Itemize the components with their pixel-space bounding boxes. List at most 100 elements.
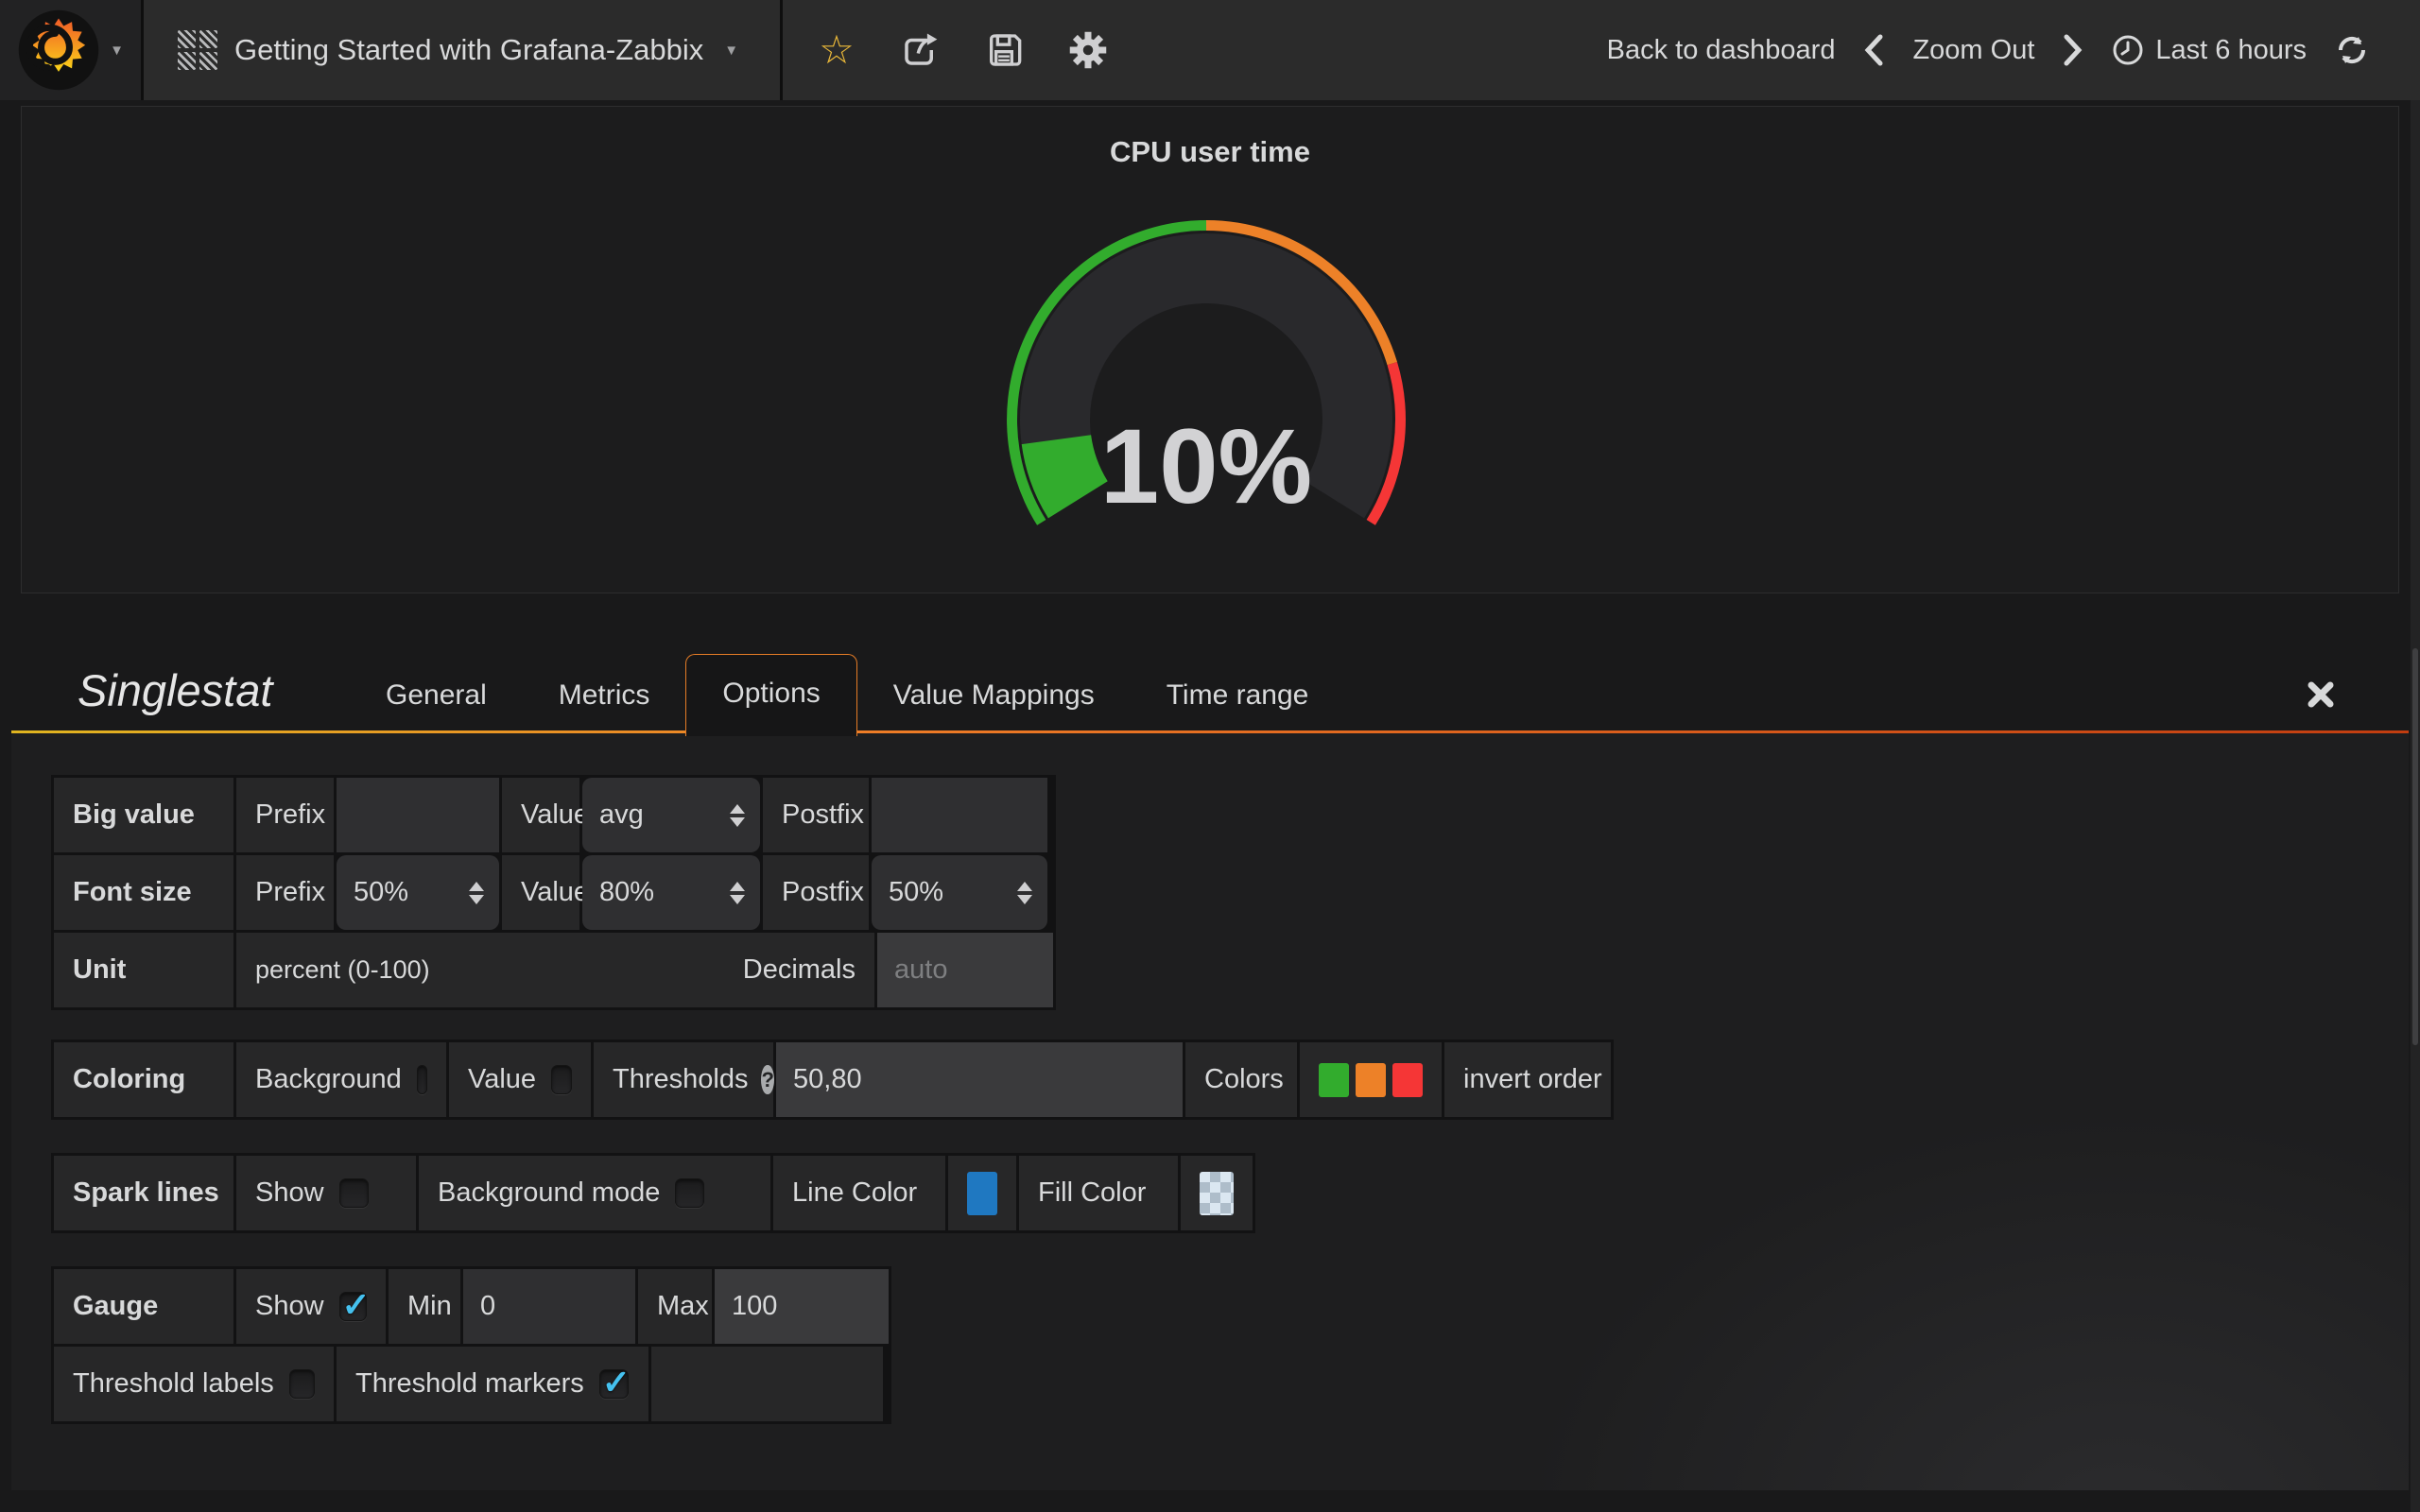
- value-function-selected: avg: [599, 799, 644, 831]
- prefix-label: Prefix: [236, 778, 334, 852]
- prefix-label: Prefix: [236, 855, 334, 930]
- decimals-input-cell: [877, 933, 1053, 1007]
- color-swatches-cell: [1300, 1042, 1442, 1117]
- gauge-chart: 10%: [781, 117, 1632, 646]
- grafana-logo-icon: [17, 9, 100, 92]
- spark-lines-label: Spark lines: [54, 1156, 233, 1230]
- dashboard-title: Getting Started with Grafana-Zabbix: [234, 33, 703, 67]
- gauge-table: Gauge Show ✓ Min Max Threshold labels ✓ …: [51, 1266, 891, 1424]
- min-label: Min: [389, 1269, 460, 1344]
- value-size-select[interactable]: 80%: [582, 855, 760, 930]
- threshold-markers-cell: Threshold markers ✓: [337, 1347, 648, 1421]
- dashboard-grid-icon: [178, 30, 217, 70]
- unit-picker[interactable]: percent (0-100): [255, 955, 430, 985]
- value-label: Value: [468, 1064, 536, 1095]
- chevron-right-icon[interactable]: [2063, 34, 2083, 66]
- threshold-markers-checkbox[interactable]: ✓: [599, 1369, 629, 1399]
- navbar-right: Back to dashboard Zoom Out Last 6 hours: [1607, 0, 2420, 100]
- star-icon[interactable]: ☆: [819, 30, 855, 70]
- gauge-show-checkbox[interactable]: ✓: [339, 1292, 367, 1321]
- unit-label: Unit: [54, 933, 233, 1007]
- value-size-selected: 80%: [599, 877, 654, 908]
- background-toggle-cell: Background ✓: [236, 1042, 446, 1117]
- gauge-min-input[interactable]: [463, 1269, 635, 1344]
- thresholds-input[interactable]: [776, 1042, 1183, 1117]
- big-value-label: Big value: [54, 778, 233, 852]
- select-spinner-icon: [730, 882, 745, 904]
- postfix-size-selected: 50%: [889, 877, 943, 908]
- tab-value-mappings[interactable]: Value Mappings: [857, 658, 1131, 733]
- dashboard-title-menu[interactable]: Getting Started with Grafana-Zabbix ▼: [144, 0, 783, 100]
- editor-tabbar: General Metrics Options Value Mappings T…: [11, 654, 2409, 733]
- options-tab-content: Big value Prefix Value avg Postfix Font …: [11, 733, 2409, 1490]
- value-options-table: Big value Prefix Value avg Postfix Font …: [51, 775, 1056, 1010]
- postfix-size-select[interactable]: 50%: [872, 855, 1047, 930]
- threshold-color-3-swatch[interactable]: [1392, 1063, 1423, 1097]
- background-mode-label: Background mode: [438, 1177, 660, 1209]
- unit-row: Unit percent (0-100) Decimals: [54, 933, 1053, 1007]
- coloring-table: Coloring Background ✓ Value ✓ Thresholds…: [51, 1040, 1614, 1120]
- time-range-picker[interactable]: Last 6 hours: [2112, 34, 2307, 66]
- show-label: Show: [255, 1291, 324, 1322]
- value-checkbox[interactable]: ✓: [551, 1065, 572, 1094]
- invert-order-button[interactable]: invert order: [1444, 1042, 1611, 1117]
- big-value-prefix-input[interactable]: [337, 778, 499, 852]
- fill-color-label: Fill Color: [1019, 1156, 1178, 1230]
- show-label: Show: [255, 1177, 324, 1209]
- select-spinner-icon: [1017, 882, 1032, 904]
- select-spinner-icon: [730, 804, 745, 827]
- thresholds-label: Thresholds: [613, 1064, 748, 1095]
- thresholds-label-cell: Thresholds ?: [594, 1042, 773, 1117]
- tab-time-range[interactable]: Time range: [1131, 658, 1345, 733]
- postfix-label: Postfix: [763, 855, 869, 930]
- back-to-dashboard-button[interactable]: Back to dashboard: [1607, 35, 1836, 66]
- fill-color-swatch[interactable]: [1200, 1172, 1234, 1215]
- chevron-left-icon[interactable]: [1863, 34, 1884, 66]
- background-mode-checkbox[interactable]: ✓: [675, 1178, 704, 1208]
- chevron-down-icon: ▼: [110, 43, 124, 59]
- zoom-out-button[interactable]: Zoom Out: [1912, 35, 2034, 66]
- postfix-input-cell: [872, 778, 1047, 852]
- help-icon[interactable]: ?: [761, 1065, 773, 1094]
- gauge-max-input[interactable]: [715, 1269, 889, 1344]
- decimals-input[interactable]: [877, 933, 1053, 1007]
- refresh-icon[interactable]: [2335, 33, 2369, 67]
- time-range-label: Last 6 hours: [2155, 35, 2307, 66]
- big-value-postfix-input[interactable]: [872, 778, 1047, 852]
- line-color-label: Line Color: [773, 1156, 945, 1230]
- threshold-color-2-swatch[interactable]: [1356, 1063, 1386, 1097]
- tab-general[interactable]: General: [350, 658, 523, 733]
- coloring-row: Coloring Background ✓ Value ✓ Thresholds…: [54, 1042, 1611, 1117]
- value-color-toggle-cell: Value ✓: [449, 1042, 591, 1117]
- value-function-select[interactable]: avg: [582, 778, 760, 852]
- close-icon[interactable]: [2307, 680, 2335, 709]
- clock-icon: [2112, 34, 2144, 66]
- colors-label: Colors: [1185, 1042, 1297, 1117]
- singlestat-panel: CPU user time 10%: [21, 106, 2399, 593]
- sparkline-show-checkbox[interactable]: ✓: [339, 1178, 369, 1208]
- tab-metrics[interactable]: Metrics: [523, 658, 686, 733]
- decimals-label: Decimals: [743, 954, 856, 986]
- share-icon[interactable]: [900, 30, 940, 70]
- save-icon[interactable]: [985, 31, 1023, 69]
- threshold-labels-checkbox[interactable]: ✓: [289, 1369, 315, 1399]
- big-value-row: Big value Prefix Value avg Postfix: [54, 778, 1053, 852]
- sparkline-show-cell: Show ✓: [236, 1156, 416, 1230]
- gear-icon[interactable]: [1068, 30, 1108, 70]
- threshold-color-1-swatch[interactable]: [1319, 1063, 1349, 1097]
- min-input-cell: [463, 1269, 635, 1344]
- background-checkbox[interactable]: ✓: [417, 1065, 427, 1094]
- panel-editor-header: Singlestat General Metrics Options Value…: [11, 605, 2409, 733]
- prefix-size-select[interactable]: 50%: [337, 855, 499, 930]
- background-mode-cell: Background mode ✓: [419, 1156, 770, 1230]
- page-scrollbar[interactable]: [2411, 100, 2420, 1512]
- scrollbar-thumb[interactable]: [2412, 648, 2418, 1045]
- line-color-swatch[interactable]: [967, 1172, 997, 1215]
- empty-cell: [651, 1347, 883, 1421]
- grafana-logo-menu[interactable]: ▼: [0, 0, 144, 100]
- tab-options[interactable]: Options: [685, 654, 856, 736]
- gauge-show-cell: Show ✓: [236, 1269, 386, 1344]
- select-spinner-icon: [469, 882, 484, 904]
- font-size-row: Font size Prefix 50% Value 80% Postfix 5…: [54, 855, 1053, 930]
- background-label: Background: [255, 1064, 402, 1095]
